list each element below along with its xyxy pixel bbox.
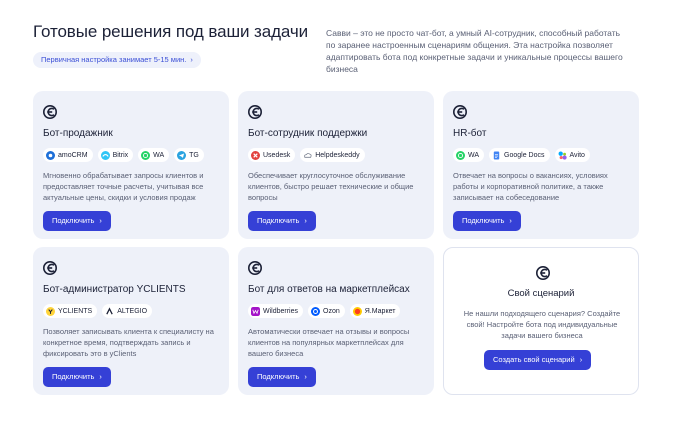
integration-tags: amoCRM Bitrix WA TG <box>43 148 204 162</box>
button-label: Подключить <box>52 372 95 381</box>
card-description: Обеспечивает круглосуточное обслуживание… <box>248 171 414 202</box>
setup-time-label: Первичная настройка занимает 5-15 мин. <box>41 55 187 64</box>
integration-tags: WA Google Docs Avito <box>453 148 590 162</box>
tag-altegio: ALTEGIO <box>102 304 153 318</box>
card-title: Бот для ответов на маркетплейсах <box>248 284 410 295</box>
integration-tags: Wildberries Ozon Я.Маркет <box>248 304 401 318</box>
telegram-icon <box>177 150 187 160</box>
yandex-market-icon <box>352 306 362 316</box>
connect-button[interactable]: Подключить › <box>248 211 316 231</box>
tag-label: WA <box>153 151 165 159</box>
google-docs-icon <box>493 150 500 160</box>
tag-label: Avito <box>569 151 585 159</box>
tag-yclients: YCLIENTS <box>43 304 98 318</box>
card-hr-bot: HR-бот WA Google Docs Avito Отвечает на … <box>443 91 639 239</box>
tag-label: Helpdeskeddy <box>315 151 360 159</box>
whatsapp-icon <box>141 150 151 160</box>
tag-label: TG <box>189 151 199 159</box>
create-scenario-button[interactable]: Создать свой сценарий › <box>484 350 592 370</box>
tag-label: Usedesk <box>263 151 291 159</box>
card-title: Бот-администратор YCLIENTS <box>43 284 186 295</box>
setup-time-chip[interactable]: Первичная настройка занимает 5-15 мин. › <box>33 52 201 68</box>
card-description: Позволяет записывать клиента к специалис… <box>43 327 214 358</box>
tag-telegram: TG <box>174 148 204 162</box>
chevron-right-icon: › <box>579 355 583 364</box>
page-title: Готовые решения под ваши задачи <box>33 22 309 41</box>
tag-label: Google Docs <box>504 151 545 159</box>
intro-text: Савви – это не просто чат-бот, а умный A… <box>326 28 623 74</box>
button-label: Подключить <box>52 216 95 225</box>
button-label: Создать свой сценарий <box>493 355 575 364</box>
button-label: Подключить <box>462 216 505 225</box>
yclients-icon <box>46 306 55 316</box>
integration-tags: Usedesk Helpdeskeddy <box>248 148 365 162</box>
helpdeskeddy-icon <box>304 152 312 158</box>
amocrm-icon <box>46 150 55 160</box>
card-custom-scenario: Свой сценарий Не нашли подходящего сцена… <box>443 247 639 395</box>
chevron-right-icon: › <box>190 55 193 64</box>
whatsapp-icon <box>456 150 465 160</box>
button-label: Подключить <box>257 372 300 381</box>
wildberries-icon <box>251 306 260 316</box>
tag-label: Ozon <box>323 307 340 315</box>
chevron-right-icon: › <box>304 216 307 225</box>
usedesk-icon <box>251 150 260 160</box>
card-title: Бот-продажник <box>43 128 113 139</box>
tag-google-docs: Google Docs <box>489 148 550 162</box>
tag-label: YCLIENTS <box>58 307 93 315</box>
card-sales-bot: Бот-продажник amoCRM Bitrix WA TG Мгнове… <box>33 91 229 239</box>
chevron-right-icon: › <box>99 216 102 225</box>
card-description: Не нашли подходящего сценария? Создайте … <box>463 309 621 340</box>
card-description: Мгновенно обрабатывает запросы клиентов … <box>43 171 204 202</box>
tag-label: Wildberries <box>263 307 299 315</box>
tag-wildberries: Wildberries <box>248 304 304 318</box>
tag-label: WA <box>468 151 480 159</box>
button-label: Подключить <box>257 216 300 225</box>
bitrix-icon <box>100 150 110 160</box>
tag-usedesk: Usedesk <box>248 148 296 162</box>
tag-label: ALTEGIO <box>117 307 148 315</box>
card-yclients-bot: Бот-администратор YCLIENTS YCLIENTS ALTE… <box>33 247 229 395</box>
tag-amocrm: amoCRM <box>43 148 93 162</box>
card-description: Автоматически отвечает на отзывы и вопро… <box>248 327 410 358</box>
card-support-bot: Бот-сотрудник поддержки Usedesk Helpdesk… <box>238 91 434 239</box>
chevron-right-icon: › <box>304 372 307 381</box>
ozon-icon <box>311 306 321 316</box>
savvi-logo-icon <box>248 261 262 275</box>
savvi-logo-icon <box>453 105 467 119</box>
chevron-right-icon: › <box>509 216 512 225</box>
tag-avito: Avito <box>554 148 590 162</box>
tag-whatsapp: WA <box>138 148 170 162</box>
card-description: Отвечает на вопросы о вакансиях, условия… <box>453 171 608 202</box>
connect-button[interactable]: Подключить › <box>43 211 111 231</box>
avito-icon <box>558 151 567 160</box>
card-title: HR-бот <box>453 128 487 139</box>
tag-helpdeskeddy: Helpdeskeddy <box>300 148 365 162</box>
tag-label: Я.Маркет <box>364 307 396 315</box>
tag-ozon: Ozon <box>308 304 345 318</box>
tag-label: amoCRM <box>58 151 88 159</box>
connect-button[interactable]: Подключить › <box>248 367 316 387</box>
tag-label: Bitrix <box>112 151 129 159</box>
card-title: Свой сценарий <box>507 288 575 299</box>
card-title: Бот-сотрудник поддержки <box>248 128 368 139</box>
tag-yandex-market: Я.Маркет <box>349 304 401 318</box>
savvi-logo-icon <box>43 261 57 275</box>
connect-button[interactable]: Подключить › <box>43 367 111 387</box>
connect-button[interactable]: Подключить › <box>453 211 521 231</box>
savvi-logo-icon <box>248 105 262 119</box>
savvi-logo-icon <box>43 105 57 119</box>
integration-tags: YCLIENTS ALTEGIO <box>43 304 153 318</box>
tag-whatsapp: WA <box>453 148 485 162</box>
card-marketplace-bot: Бот для ответов на маркетплейсах Wildber… <box>238 247 434 395</box>
savvi-logo-icon <box>536 266 550 280</box>
tag-bitrix: Bitrix <box>97 148 134 162</box>
altegio-icon <box>106 306 113 314</box>
chevron-right-icon: › <box>99 372 102 381</box>
